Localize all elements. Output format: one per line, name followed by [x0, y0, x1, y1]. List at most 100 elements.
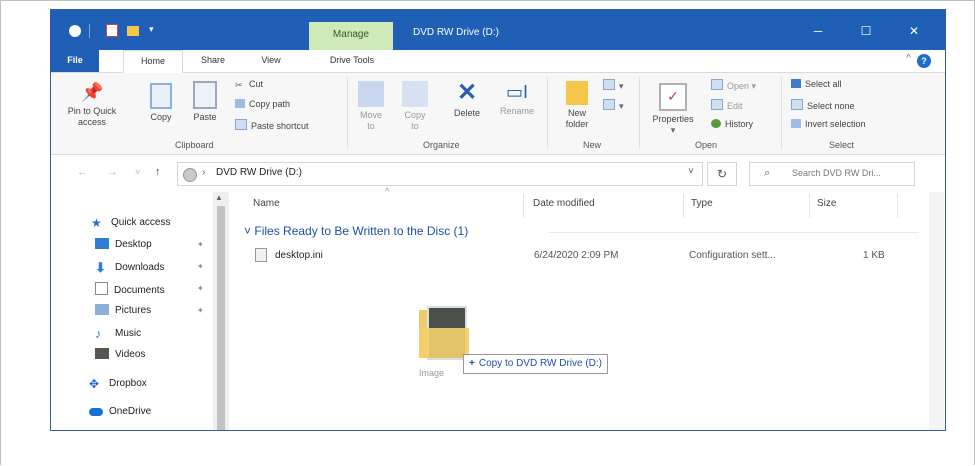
back-icon[interactable]: ← [77, 166, 88, 178]
tab-file[interactable]: File [51, 50, 99, 72]
new-folder-quick-icon[interactable] [127, 26, 139, 36]
column-header-name[interactable]: Name [253, 198, 280, 209]
forward-icon[interactable]: → [107, 166, 118, 178]
column-divider[interactable] [523, 194, 524, 218]
tab-home[interactable]: Home [123, 50, 183, 73]
invert-selection-button[interactable]: Invert selection [791, 119, 866, 129]
easy-access-button[interactable]: ▾ [603, 99, 624, 112]
dragged-item-label: Image [419, 368, 445, 378]
rename-button[interactable]: ▭I Rename [493, 81, 541, 117]
nav-item-desktop[interactable]: Desktop [95, 238, 152, 250]
tab-view[interactable]: View [251, 50, 291, 72]
scroll-up-icon[interactable]: ▲ [215, 193, 223, 202]
nav-item-quick-access[interactable]: ★ Quick access [91, 216, 170, 230]
music-icon: ♪ [95, 326, 102, 341]
file-row[interactable]: desktop.ini 6/24/2020 2:09 PM Configurat… [251, 246, 921, 266]
new-folder-button[interactable]: New folder [557, 81, 597, 130]
copy-to-icon [402, 81, 428, 107]
close-icon[interactable]: ✕ [899, 24, 929, 38]
open-button[interactable]: Open ▾ [711, 79, 756, 92]
recent-locations-icon[interactable]: ˅ [135, 167, 140, 177]
select-none-button[interactable]: Select none [791, 99, 855, 111]
history-button[interactable]: History [711, 119, 753, 129]
search-icon: ⌕ [764, 167, 771, 179]
select-all-icon [791, 79, 801, 88]
videos-icon [95, 348, 109, 359]
up-icon[interactable]: ↑ [155, 166, 161, 178]
properties-quick-icon[interactable] [106, 24, 118, 37]
documents-icon [95, 282, 108, 295]
nav-item-documents[interactable]: Documents [95, 282, 165, 296]
chevron-down-icon[interactable]: ˅ [688, 166, 694, 177]
drag-tooltip: + Copy to DVD RW Drive (D:) [463, 354, 609, 374]
quick-access-dropdown-icon[interactable]: ▾ [149, 24, 154, 36]
search-input[interactable]: ⌕ Search DVD RW Dri... [749, 162, 915, 186]
scissors-icon: ✂ [235, 80, 243, 90]
column-header-date[interactable]: Date modified [533, 198, 595, 209]
group-header-label: Files Ready to Be Written to the Disc (1… [254, 224, 469, 238]
nav-item-downloads[interactable]: ⬇ Downloads [95, 260, 164, 275]
minimize-icon[interactable]: ─ [803, 24, 833, 38]
copy-button[interactable]: Copy [145, 83, 177, 123]
pin-icon: 📌 [81, 82, 104, 102]
tab-share[interactable]: Share [193, 50, 233, 72]
column-divider[interactable] [809, 194, 810, 218]
nav-item-videos[interactable]: Videos [95, 348, 145, 360]
copy-path-button[interactable]: Copy path [235, 99, 290, 109]
nav-item-onedrive[interactable]: OneDrive [89, 406, 151, 417]
tab-drive-tools[interactable]: Drive Tools [307, 50, 397, 72]
nav-item-music[interactable]: ♪ Music [95, 326, 141, 341]
title-bar: ▾ Manage DVD RW Drive (D:) ─ ☐ ✕ [51, 10, 945, 50]
file-name: desktop.ini [275, 250, 323, 261]
plus-icon: + [469, 358, 475, 369]
group-header[interactable]: ˅ Files Ready to Be Written to the Disc … [244, 224, 468, 238]
onedrive-icon [89, 408, 103, 416]
organize-group-label: Organize [423, 140, 460, 150]
tab-manage[interactable]: Manage [309, 22, 393, 50]
breadcrumb-chevron-icon[interactable]: › [202, 167, 205, 178]
content-scrollbar[interactable] [929, 192, 944, 430]
rename-icon: ▭I [505, 82, 528, 102]
nav-item-dropbox[interactable]: ✥ Dropbox [89, 377, 147, 391]
column-divider[interactable] [897, 194, 898, 218]
select-all-button[interactable]: Select all [791, 79, 842, 89]
pin-to-quick-access-button[interactable]: 📌 Pin to Quick access [65, 81, 119, 128]
new-item-button[interactable]: ▾ [603, 79, 624, 92]
help-icon[interactable]: ? [917, 54, 931, 68]
search-placeholder: Search DVD RW Dri... [792, 168, 881, 178]
address-bar[interactable]: › DVD RW Drive (D:) ˅ [177, 162, 703, 186]
chevron-down-icon[interactable]: ˅ [244, 224, 251, 238]
breadcrumb-path[interactable]: DVD RW Drive (D:) [216, 167, 302, 178]
column-divider[interactable] [683, 194, 684, 218]
move-to-button[interactable]: Move to [353, 81, 389, 132]
edit-button[interactable]: Edit [711, 99, 743, 111]
pin-icon[interactable]: ✦ [197, 284, 204, 293]
address-row: ← → ˅ ↑ › DVD RW Drive (D:) ˅ ↻ ⌕ Search… [51, 155, 945, 191]
pin-icon[interactable]: ✦ [197, 306, 204, 315]
dvd-drive-icon [183, 168, 197, 182]
copy-to-button[interactable]: Copy to [397, 81, 433, 132]
file-size: 1 KB [863, 250, 885, 261]
nav-item-pictures[interactable]: Pictures [95, 304, 151, 316]
cut-button[interactable]: ✂ Cut [235, 79, 263, 90]
delete-button[interactable]: ✕ Delete [447, 81, 487, 119]
invert-selection-icon [791, 119, 801, 128]
pin-icon[interactable]: ✦ [197, 240, 204, 249]
pictures-icon [95, 304, 109, 315]
paste-button[interactable]: Paste [188, 81, 222, 123]
paste-shortcut-button[interactable]: Paste shortcut [235, 119, 309, 131]
maximize-icon[interactable]: ☐ [851, 24, 881, 38]
collapse-ribbon-icon[interactable]: ^ [906, 53, 911, 64]
nav-pane-scroll-thumb[interactable] [217, 206, 225, 430]
pin-icon[interactable]: ✦ [197, 262, 204, 271]
dropbox-icon: ✥ [89, 377, 100, 391]
window-title: DVD RW Drive (D:) [413, 27, 499, 38]
copy-icon [150, 83, 172, 109]
drive-icon[interactable] [69, 25, 81, 37]
quick-access-separator [89, 24, 90, 38]
column-header-type[interactable]: Type [691, 198, 713, 209]
refresh-icon[interactable]: ↻ [707, 162, 737, 186]
column-header-size[interactable]: Size [817, 198, 836, 209]
properties-button[interactable]: ✓ Properties ▾ [645, 83, 701, 136]
file-date-modified: 6/24/2020 2:09 PM [534, 250, 619, 261]
